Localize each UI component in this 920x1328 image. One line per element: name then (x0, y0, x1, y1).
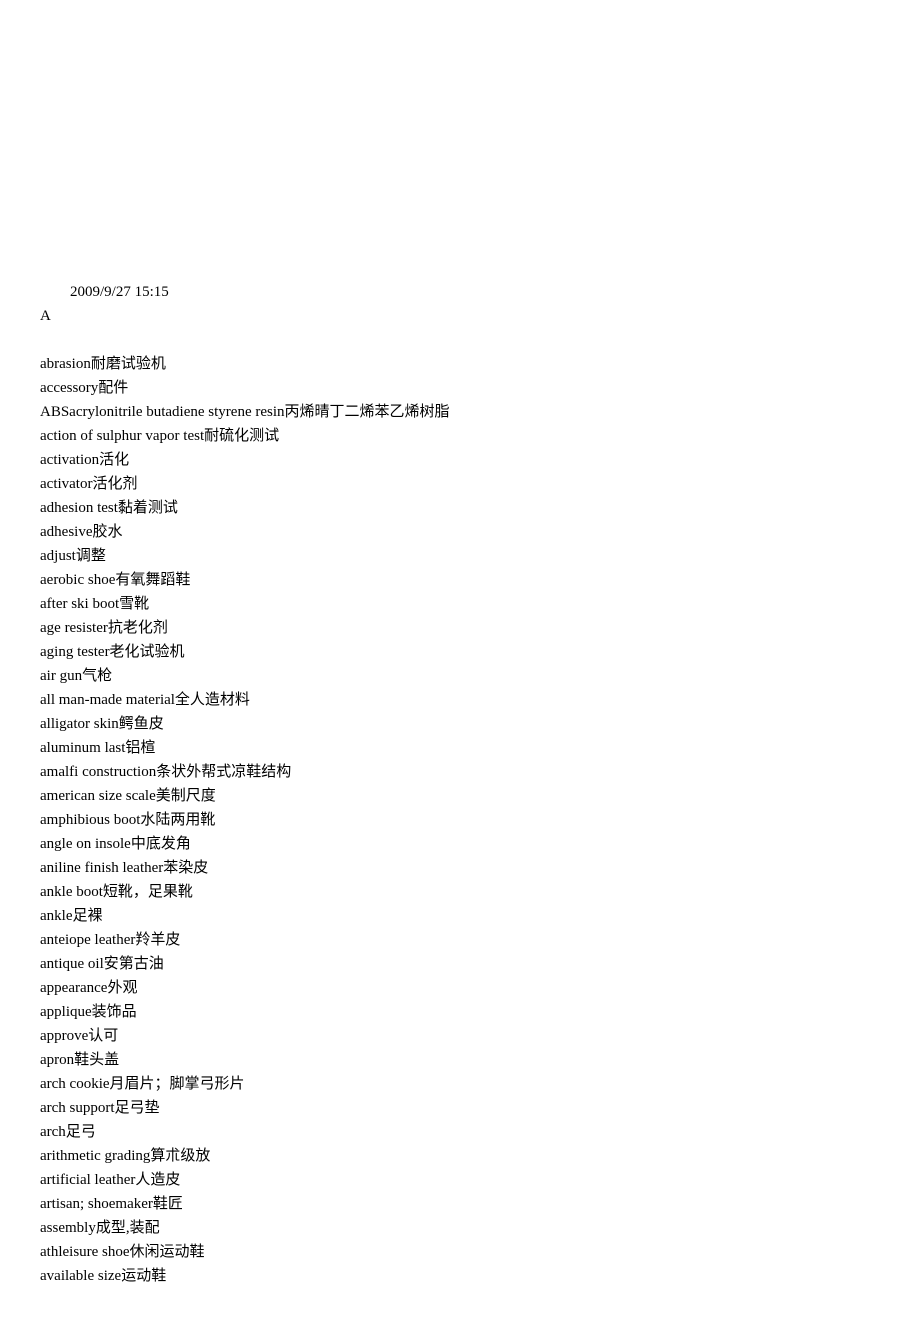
glossary-entry: arch cookie月眉片；脚掌弓形片 (40, 1072, 880, 1096)
glossary-entry: aniline finish leather苯染皮 (40, 856, 880, 880)
glossary-entry: alligator skin鳄鱼皮 (40, 712, 880, 736)
glossary-entry: aging tester老化试验机 (40, 640, 880, 664)
glossary-entry: angle on insole中底发角 (40, 832, 880, 856)
glossary-entry: age resister抗老化剂 (40, 616, 880, 640)
blank-line (40, 328, 880, 352)
timestamp: 2009/9/27 15:15 (40, 280, 880, 304)
glossary-entry: adjust调整 (40, 544, 880, 568)
glossary-entry: amphibious boot水陆两用靴 (40, 808, 880, 832)
glossary-entry: after ski boot雪靴 (40, 592, 880, 616)
glossary-entry: artificial leather人造皮 (40, 1168, 880, 1192)
glossary-entry: adhesive胶水 (40, 520, 880, 544)
glossary-entry: arch足弓 (40, 1120, 880, 1144)
glossary-entry: appearance外观 (40, 976, 880, 1000)
glossary-entry: approve认可 (40, 1024, 880, 1048)
glossary-entry: american size scale美制尺度 (40, 784, 880, 808)
glossary-entry: accessory配件 (40, 376, 880, 400)
glossary-entry: anteiope leather羚羊皮 (40, 928, 880, 952)
glossary-entry: assembly成型,装配 (40, 1216, 880, 1240)
glossary-entry: abrasion耐磨试验机 (40, 352, 880, 376)
glossary-entry: ankle足裸 (40, 904, 880, 928)
glossary-entry: antique oil安第古油 (40, 952, 880, 976)
glossary-entry: available size运动鞋 (40, 1264, 880, 1288)
glossary-entry: activation活化 (40, 448, 880, 472)
document-page: 2009/9/27 15:15 A abrasion耐磨试验机accessory… (0, 0, 920, 1328)
glossary-entry: adhesion test黏着测试 (40, 496, 880, 520)
glossary-entry: ABSacrylonitrile butadiene styrene resin… (40, 400, 880, 424)
glossary-entry: ankle boot短靴，足果靴 (40, 880, 880, 904)
glossary-entry: arch support足弓垫 (40, 1096, 880, 1120)
glossary-entry: apron鞋头盖 (40, 1048, 880, 1072)
entries-list: abrasion耐磨试验机accessory配件ABSacrylonitrile… (40, 352, 880, 1288)
glossary-entry: applique装饰品 (40, 1000, 880, 1024)
glossary-entry: aerobic shoe有氧舞蹈鞋 (40, 568, 880, 592)
glossary-entry: air gun气枪 (40, 664, 880, 688)
section-letter: A (40, 304, 880, 328)
glossary-entry: all man-made material全人造材料 (40, 688, 880, 712)
glossary-entry: arithmetic grading算朮级放 (40, 1144, 880, 1168)
glossary-entry: aluminum last铝楦 (40, 736, 880, 760)
glossary-entry: athleisure shoe休闲运动鞋 (40, 1240, 880, 1264)
glossary-entry: action of sulphur vapor test耐硫化测试 (40, 424, 880, 448)
glossary-entry: artisan; shoemaker鞋匠 (40, 1192, 880, 1216)
glossary-entry: activator活化剂 (40, 472, 880, 496)
glossary-entry: amalfi construction条状外帮式凉鞋结构 (40, 760, 880, 784)
